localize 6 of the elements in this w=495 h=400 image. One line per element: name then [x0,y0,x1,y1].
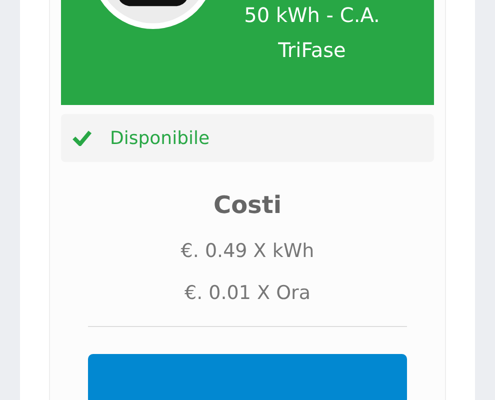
status-label: Disponibile [110,128,210,148]
action-button[interactable] [88,354,407,400]
header-title: 50 kWh - C.A. TriFase [243,2,381,64]
cost-line: €. 0.01 X Ora [184,282,310,304]
costs-title: Costi [213,191,282,219]
cost-line: €. 0.49 X kWh [180,240,314,262]
